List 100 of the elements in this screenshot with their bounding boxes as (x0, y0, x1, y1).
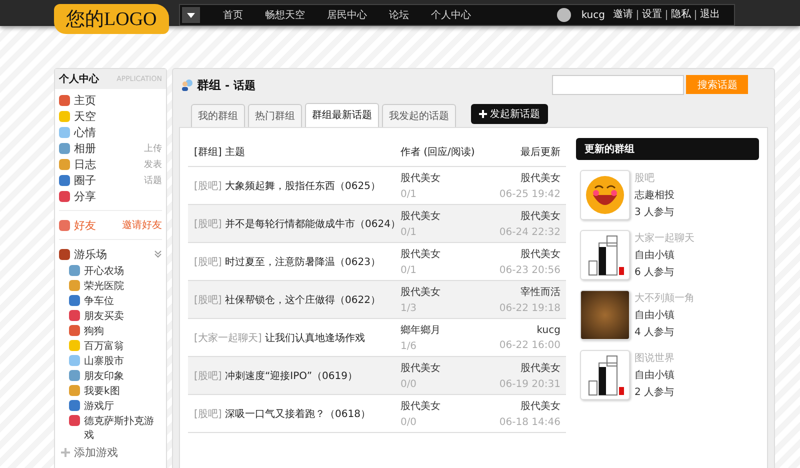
double-chevron-icon[interactable] (154, 250, 162, 258)
logo[interactable]: 您的LOGO (54, 4, 169, 34)
update-time: 06-18 14:46 (499, 417, 560, 428)
update-time: 06-23 20:56 (499, 265, 560, 276)
username[interactable]: kucg (581, 10, 605, 20)
nav-link[interactable]: 个人中心 (420, 8, 482, 22)
smiley-icon (580, 170, 630, 220)
person-icon (59, 220, 70, 230)
sidebar-item[interactable]: 心情 (74, 124, 162, 140)
game-item[interactable]: 山寨股市 (84, 355, 124, 369)
sidebar-title: 个人中心 (59, 72, 99, 86)
game-item[interactable]: 德克萨斯扑克游戏 (84, 415, 162, 443)
reply-read-count: 1/6 (400, 341, 418, 352)
author-name[interactable]: 股代美女 (400, 285, 500, 299)
reply-read-count: 0/1 (400, 265, 418, 276)
app-icon (59, 142, 70, 154)
topic-link[interactable]: [股吧] 并不是每轮行情都能做成牛市（0624） (194, 216, 400, 230)
plus-icon (479, 110, 487, 118)
author-name[interactable]: 股代美女 (400, 171, 500, 185)
nav-link[interactable]: 首页 (212, 8, 254, 22)
app-icon (59, 110, 70, 122)
tab[interactable]: 我的群组 (191, 104, 245, 127)
people-icon (181, 79, 193, 91)
new-topic-button[interactable]: 发起新话题 (471, 104, 548, 124)
tab[interactable]: 我发起的话题 (382, 104, 456, 127)
app-icon (59, 190, 70, 202)
last-author-name[interactable]: 股代美女 (520, 209, 560, 223)
game-item[interactable]: 朋友印象 (84, 370, 124, 384)
reply-read-count: 0/0 (400, 417, 418, 428)
reply-read-count: 0/0 (400, 379, 418, 390)
user-link[interactable]: 退出 (695, 10, 724, 20)
update-time: 06-24 22:32 (499, 227, 560, 238)
game-icon (69, 325, 80, 336)
dropdown-button[interactable] (182, 7, 200, 23)
author-name[interactable]: 股代美女 (400, 399, 500, 413)
topic-link[interactable]: [股吧] 社保帮锁仓，这个庄做得（0622） (194, 292, 400, 306)
user-link[interactable]: 邀请 (609, 10, 637, 20)
sidebar-item[interactable]: 分享 (74, 188, 162, 204)
sidebar-item[interactable]: 日志 (74, 156, 140, 172)
last-author-name[interactable]: kucg (536, 324, 560, 336)
tab[interactable]: 热门群组 (248, 104, 302, 127)
topic-link[interactable]: [大家一起聊天] 让我们认真地逢场作戏 (194, 330, 400, 344)
nav-link[interactable]: 畅想天空 (254, 8, 316, 22)
caret-icon (186, 12, 195, 18)
user-link[interactable]: 设置 (637, 10, 666, 20)
member-count: 2 人参与 (634, 386, 674, 399)
group-logo-icon (580, 230, 630, 280)
update-time: 06-25 19:42 (499, 189, 560, 200)
last-author-name[interactable]: 宰性而活 (520, 285, 560, 299)
game-icon (69, 370, 80, 381)
group-category: 自由小镇 (634, 248, 676, 262)
game-icon (69, 385, 80, 396)
game-icon (69, 310, 80, 321)
app-icon (59, 174, 70, 186)
game-item[interactable]: 游戏厅 (84, 400, 114, 414)
game-item[interactable]: 狗狗 (84, 325, 104, 339)
last-author-name[interactable]: 股代美女 (520, 361, 560, 375)
game-item[interactable]: 百万富翁 (84, 340, 124, 354)
app-icon (59, 126, 70, 138)
column-header: 作者 (回应/阅读) (400, 146, 476, 159)
topic-link[interactable]: [股吧] 深吸一口气又接着跑？（0618） (194, 406, 400, 420)
topic-link[interactable]: [股吧] 冲刺速度“迎接IPO”（0619） (194, 368, 400, 382)
member-count: 4 人参与 (634, 326, 675, 339)
last-author-name[interactable]: 股代美女 (520, 247, 560, 261)
reply-read-count: 1/3 (400, 303, 418, 314)
update-time: 06-22 16:00 (499, 340, 560, 350)
photo-placeholder (580, 290, 630, 340)
author-name[interactable]: 股代美女 (400, 209, 500, 223)
tab[interactable]: 群组最新话题 (305, 103, 379, 128)
game-item[interactable]: 朋友买卖 (84, 310, 124, 324)
member-count: 6 人参与 (634, 266, 675, 279)
person-icon (59, 248, 70, 260)
nav-link[interactable]: 论坛 (378, 8, 420, 22)
last-author-name[interactable]: 股代美女 (520, 399, 560, 413)
sidebar-item[interactable]: 相册 (74, 140, 140, 156)
nav-link[interactable]: 居民中心 (316, 8, 378, 22)
reply-read-count: 0/1 (400, 227, 418, 238)
author-name[interactable]: 鄉年鄉月 (400, 323, 500, 337)
add-game-link[interactable]: 添加游戏 (74, 445, 118, 460)
sidebar-item[interactable]: 主页 (74, 92, 162, 108)
user-link[interactable]: 隐私 (666, 10, 695, 20)
last-author-name[interactable]: 股代美女 (520, 171, 560, 185)
games-section-title[interactable]: 游乐场 (74, 246, 150, 262)
topic-link[interactable]: [股吧] 时过夏至，注意防暑降温（0623） (194, 254, 400, 268)
sidebar-item[interactable]: 圈子 (74, 172, 140, 188)
game-item[interactable]: 荣光医院 (84, 280, 124, 294)
game-item[interactable]: 我要k图 (84, 385, 120, 399)
app-icon (59, 158, 70, 170)
app-icon (59, 94, 70, 106)
game-icon (69, 265, 80, 276)
section-header: 更新的群组 (576, 138, 760, 160)
game-item[interactable]: 开心农场 (84, 265, 124, 279)
sidebar-item[interactable]: 天空 (74, 108, 162, 124)
author-name[interactable]: 股代美女 (400, 361, 500, 375)
author-name[interactable]: 股代美女 (400, 247, 500, 261)
reply-read-count: 0/1 (400, 189, 418, 200)
topic-link[interactable]: [股吧] 大象频起舞，股指任东西（0625） (194, 178, 400, 192)
search-field[interactable] (552, 75, 684, 95)
game-item[interactable]: 争车位 (84, 295, 114, 309)
plus-icon (61, 448, 70, 457)
